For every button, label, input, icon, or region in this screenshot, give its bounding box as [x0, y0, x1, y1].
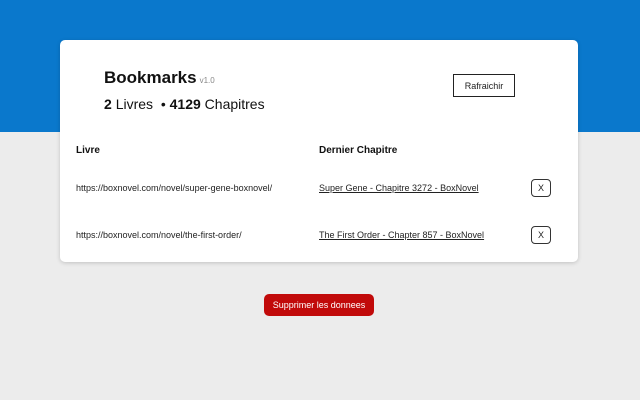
last-chapter-link[interactable]: The First Order - Chapter 857 - BoxNovel — [319, 230, 484, 240]
delete-row-button[interactable]: X — [531, 226, 551, 244]
stats-summary: 2 Livres • 4129 Chapitres — [104, 96, 265, 112]
book-url: https://boxnovel.com/novel/super-gene-bo… — [76, 183, 273, 193]
chapters-count: 4129 — [169, 96, 201, 112]
books-count: 2 — [104, 96, 112, 112]
last-chapter-link[interactable]: Super Gene - Chapitre 3272 - BoxNovel — [319, 183, 479, 193]
table-row: https://boxnovel.com/novel/the-first-ord… — [60, 226, 578, 248]
version-label: v1.0 — [199, 76, 215, 85]
bookmarks-card: Bookmarks v1.0 2 Livres • 4129 Chapitres… — [60, 40, 578, 262]
refresh-button[interactable]: Rafraichir — [453, 74, 515, 97]
stats-separator: • — [160, 96, 166, 112]
page-title: Bookmarks — [104, 68, 197, 87]
delete-data-button[interactable]: Supprimer les donnees — [264, 294, 374, 316]
title-row: Bookmarks v1.0 — [104, 68, 215, 88]
table-row: https://boxnovel.com/novel/super-gene-bo… — [60, 179, 578, 201]
column-header-livre: Livre — [76, 145, 100, 156]
column-header-dernier-chapitre: Dernier Chapitre — [319, 145, 398, 156]
chapters-label: Chapitres — [204, 96, 265, 112]
delete-row-button[interactable]: X — [531, 179, 551, 197]
book-url: https://boxnovel.com/novel/the-first-ord… — [76, 230, 242, 240]
books-label: Livres — [115, 96, 154, 112]
